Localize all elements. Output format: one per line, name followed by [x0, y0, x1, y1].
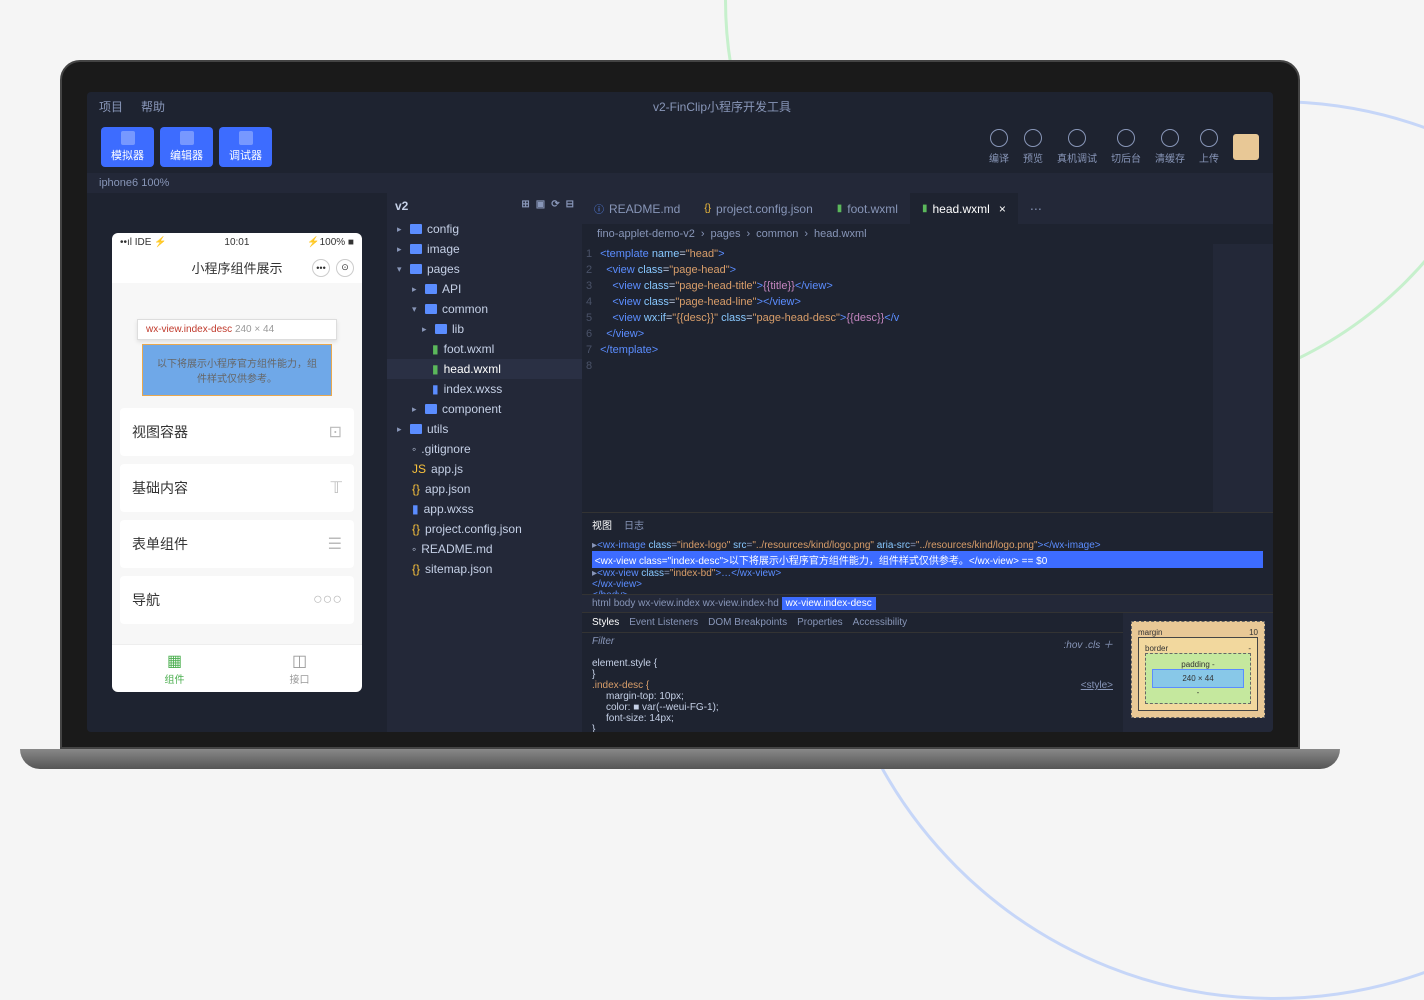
styletab-styles[interactable]: Styles — [592, 617, 619, 628]
refresh-icon[interactable]: ⟳ — [551, 199, 559, 213]
new-folder-icon[interactable]: ▣ — [536, 199, 545, 213]
compile-button[interactable]: 编译 — [989, 129, 1009, 165]
window-title: v2-FinClip小程序开发工具 — [183, 98, 1261, 115]
close-icon[interactable]: ⊙ — [336, 259, 354, 277]
folder-api[interactable]: ▸API — [387, 279, 582, 299]
tab-head[interactable]: ▮head.wxml× — [910, 193, 1018, 224]
category-navigation[interactable]: 导航○○○ — [120, 576, 354, 624]
breadcrumb: fino-applet-demo-v2›pages›common›head.wx… — [582, 224, 1273, 244]
file-index-wxss[interactable]: ▮index.wxss — [387, 379, 582, 399]
menu-project[interactable]: 项目 — [99, 98, 123, 115]
file-project-config[interactable]: {}project.config.json — [387, 519, 582, 539]
folder-config[interactable]: ▸config — [387, 219, 582, 239]
folder-image[interactable]: ▸image — [387, 239, 582, 259]
carrier-icon: ••ıl IDE ⚡ — [120, 237, 167, 248]
box-model: margin 10 border - padding - 240 × 44 - — [1123, 613, 1273, 732]
tab-components[interactable]: ▦组件 — [112, 645, 237, 692]
code-editor[interactable]: 12345678 <template name="head"> <view cl… — [582, 244, 1273, 512]
styletab-a11y[interactable]: Accessibility — [853, 617, 907, 628]
styletab-events[interactable]: Event Listeners — [629, 617, 698, 628]
simulator-button[interactable]: 模拟器 — [101, 127, 154, 167]
file-foot-wxml[interactable]: ▮foot.wxml — [387, 339, 582, 359]
file-sitemap[interactable]: {}sitemap.json — [387, 559, 582, 579]
styletab-dom[interactable]: DOM Breakpoints — [708, 617, 787, 628]
text-icon: 𝕋 — [331, 478, 342, 498]
project-root: v2 — [395, 199, 408, 213]
category-form[interactable]: 表单组件☰ — [120, 520, 354, 568]
filter-input[interactable]: Filter — [592, 636, 614, 651]
tab-api[interactable]: ◫接口 — [237, 645, 362, 692]
container-icon: ⊡ — [329, 422, 342, 442]
devtab-view[interactable]: 视图 — [592, 517, 612, 532]
devtab-log[interactable]: 日志 — [624, 517, 644, 532]
tab-foot[interactable]: ▮foot.wxml — [825, 193, 910, 224]
new-file-icon[interactable]: ⊞ — [521, 199, 529, 213]
hov-cls-buttons[interactable]: :hov .cls ＋ — [1064, 636, 1113, 651]
battery-icon: ⚡100% ■ — [307, 237, 354, 248]
list-icon: ☰ — [328, 534, 342, 554]
menu-help[interactable]: 帮助 — [141, 98, 165, 115]
file-head-wxml[interactable]: ▮head.wxml — [387, 359, 582, 379]
menu-dots-icon[interactable]: ••• — [312, 259, 330, 277]
cube-icon: ◫ — [243, 651, 356, 671]
tab-more[interactable]: ⋯ — [1018, 193, 1054, 224]
devtools-panel: 视图 日志 ▸<wx-image class="index-logo" src=… — [582, 512, 1273, 732]
upload-button[interactable]: 上传 — [1199, 129, 1219, 165]
editor-button[interactable]: 编辑器 — [160, 127, 213, 167]
clear-cache-button[interactable]: 清缓存 — [1155, 129, 1185, 165]
dom-breadcrumb[interactable]: html body wx-view.index wx-view.index-hd… — [582, 594, 1273, 612]
editor-panel: ⓘREADME.md {}project.config.json ▮foot.w… — [582, 193, 1273, 732]
file-app-wxss[interactable]: ▮app.wxss — [387, 499, 582, 519]
minimap[interactable] — [1213, 244, 1273, 512]
file-app-json[interactable]: {}app.json — [387, 479, 582, 499]
avatar[interactable] — [1233, 134, 1259, 160]
toolbar: 模拟器 编辑器 调试器 编译 预览 真机调试 切后台 清缓存 上传 — [87, 121, 1273, 173]
file-readme[interactable]: ◦README.md — [387, 539, 582, 559]
file-app-js[interactable]: JSapp.js — [387, 459, 582, 479]
tab-project-config[interactable]: {}project.config.json — [692, 193, 824, 224]
file-explorer: v2 ⊞ ▣ ⟳ ⊟ ▸config ▸image ▾pages ▸API ▾comm… — [387, 193, 582, 732]
styletab-props[interactable]: Properties — [797, 617, 843, 628]
dots-icon: ○○○ — [313, 591, 342, 609]
menubar: 项目 帮助 v2-FinClip小程序开发工具 — [87, 92, 1273, 121]
folder-common[interactable]: ▾common — [387, 299, 582, 319]
highlighted-element: 以下将展示小程序官方组件能力，组件样式仅供参考。 — [142, 344, 332, 396]
folder-pages[interactable]: ▾pages — [387, 259, 582, 279]
tab-readme[interactable]: ⓘREADME.md — [582, 193, 692, 224]
phone-time: 10:01 — [224, 237, 249, 248]
line-gutter: 12345678 — [582, 244, 600, 512]
file-gitignore[interactable]: ◦.gitignore — [387, 439, 582, 459]
css-rules[interactable]: element.style { } .index-desc {<style> m… — [582, 654, 1123, 732]
phone-frame: ••ıl IDE ⚡ 10:01 ⚡100% ■ 小程序组件展示 ••• ⊙ wx… — [112, 233, 362, 692]
dom-tree[interactable]: ▸<wx-image class="index-logo" src="../re… — [582, 536, 1273, 594]
category-view-container[interactable]: 视图容器⊡ — [120, 408, 354, 456]
folder-utils[interactable]: ▸utils — [387, 419, 582, 439]
folder-component[interactable]: ▸component — [387, 399, 582, 419]
phone-title: 小程序组件展示 — [191, 258, 282, 277]
grid-icon: ▦ — [118, 651, 231, 671]
folder-lib[interactable]: ▸lib — [387, 319, 582, 339]
background-button[interactable]: 切后台 — [1111, 129, 1141, 165]
preview-button[interactable]: 预览 — [1023, 129, 1043, 165]
collapse-icon[interactable]: ⊟ — [566, 199, 574, 213]
debugger-button[interactable]: 调试器 — [219, 127, 272, 167]
simulator-panel: ••ıl IDE ⚡ 10:01 ⚡100% ■ 小程序组件展示 ••• ⊙ wx… — [87, 193, 387, 732]
remote-debug-button[interactable]: 真机调试 — [1057, 129, 1097, 165]
device-info: iphone6 100% — [87, 173, 1273, 193]
element-tooltip: wx-view.index-desc 240 × 44 — [137, 319, 337, 340]
close-tab-icon[interactable]: × — [999, 202, 1006, 216]
laptop-mockup: 项目 帮助 v2-FinClip小程序开发工具 模拟器 编辑器 调试器 编译 预… — [60, 60, 1300, 769]
category-basic-content[interactable]: 基础内容𝕋 — [120, 464, 354, 512]
